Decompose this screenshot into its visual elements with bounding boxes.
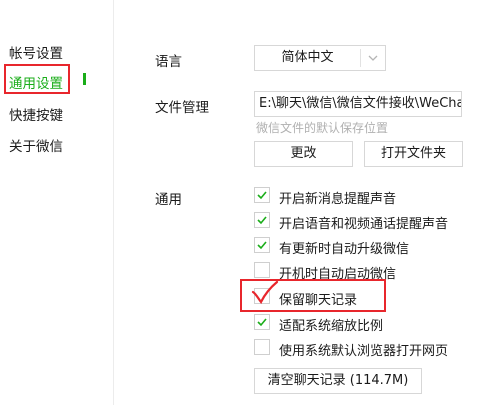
checkbox-new-message-sound[interactable] xyxy=(254,187,270,203)
option-label-new-message-sound: 开启新消息提醒声音 xyxy=(279,192,397,207)
option-label-default-browser: 使用系统默认浏览器打开网页 xyxy=(279,344,449,359)
checkbox-system-scaling[interactable] xyxy=(254,314,270,330)
open-folder-button[interactable]: 打开文件夹 xyxy=(364,141,463,167)
option-label-auto-start: 开机时自动启动微信 xyxy=(279,267,397,282)
chevron-down-icon xyxy=(368,55,378,61)
checkbox-call-sound[interactable] xyxy=(254,212,270,228)
language-select[interactable]: 简体中文 xyxy=(254,45,386,71)
sidebar-item-about[interactable]: 关于微信 xyxy=(9,135,63,155)
change-button[interactable]: 更改 xyxy=(254,141,353,167)
sidebar-item-general-settings[interactable]: 通用设置 xyxy=(9,72,63,92)
active-indicator xyxy=(83,73,86,85)
handdrawn-checkmark-icon xyxy=(251,280,279,305)
language-label: 语言 xyxy=(155,54,182,70)
option-label-keep-chat-history: 保留聊天记录 xyxy=(279,293,358,308)
sidebar-item-account-settings[interactable]: 帐号设置 xyxy=(9,42,63,62)
option-label-call-sound: 开启语音和视频通话提醒声音 xyxy=(279,217,449,232)
option-label-system-scaling: 适配系统缩放比例 xyxy=(279,319,384,334)
checkmark-icon xyxy=(257,241,267,250)
general-label: 通用 xyxy=(155,192,182,208)
option-label-auto-update: 有更新时自动升级微信 xyxy=(279,242,410,257)
language-select-value: 简体中文 xyxy=(281,50,334,65)
checkmark-icon xyxy=(257,318,267,327)
file-management-label: 文件管理 xyxy=(155,100,209,116)
checkbox-default-browser[interactable] xyxy=(254,339,270,355)
checkmark-icon xyxy=(257,216,267,225)
select-separator xyxy=(360,49,361,67)
file-path-hint: 微信文件的默认保存位置 xyxy=(256,121,389,135)
checkmark-icon xyxy=(257,191,267,200)
sidebar-divider xyxy=(113,0,114,405)
clear-chat-history-button[interactable]: 清空聊天记录 (114.7M) xyxy=(254,368,422,394)
file-path-field[interactable]: E:\聊天\微信\微信文件接收\WeChat Files xyxy=(254,91,462,117)
sidebar-item-shortcuts[interactable]: 快捷按键 xyxy=(9,104,63,124)
checkbox-auto-start[interactable] xyxy=(254,262,270,278)
checkbox-auto-update[interactable] xyxy=(254,237,270,253)
